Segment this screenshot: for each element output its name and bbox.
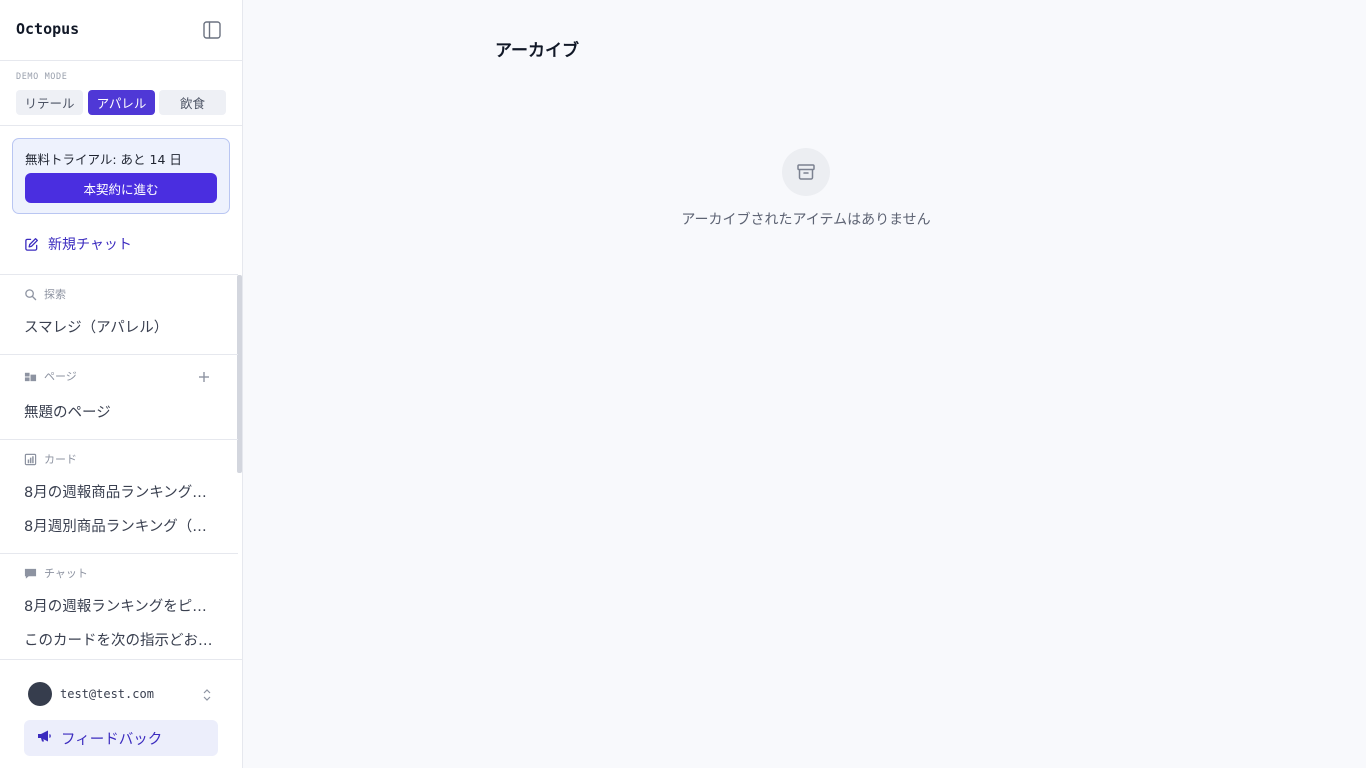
archive-icon: [782, 148, 830, 196]
new-chat-label: 新規チャット: [48, 237, 132, 253]
main-content: アーカイブ アーカイブされたアイテムはありません: [243, 0, 1366, 768]
avatar: [28, 682, 52, 706]
section-header-chats: チャット: [24, 565, 88, 581]
chat-item[interactable]: このカードを次の指示どおりに: [24, 629, 216, 650]
feedback-label: フィードバック: [61, 731, 163, 748]
demo-mode-label: DEMO MODE: [16, 72, 68, 82]
divider: [0, 659, 242, 660]
feedback-button[interactable]: フィードバック: [24, 720, 218, 756]
demo-option-retail[interactable]: リテール: [16, 90, 83, 115]
chevron-updown-icon: [202, 687, 212, 706]
page-item[interactable]: 無題のページ: [24, 401, 216, 422]
demo-option-food[interactable]: 飲食: [159, 90, 226, 115]
megaphone-icon: [36, 728, 52, 748]
divider: [0, 60, 242, 61]
sidebar-toggle-icon[interactable]: [201, 19, 223, 41]
card-item[interactable]: 8月週別商品ランキング（週x商品）: [24, 515, 216, 536]
user-menu[interactable]: test@test.com: [28, 682, 218, 706]
new-chat-button[interactable]: 新規チャット: [24, 233, 132, 255]
sidebar: Octopus DEMO MODE リテール アパレル 飲食 無料トライアル: …: [0, 0, 243, 768]
sidebar-scrollbar[interactable]: [237, 275, 242, 473]
search-icon: [24, 288, 37, 301]
edit-icon: [24, 237, 39, 252]
add-page-icon[interactable]: [196, 369, 212, 385]
explore-item[interactable]: スマレジ（アパレル）: [24, 316, 216, 337]
user-email: test@test.com: [60, 687, 154, 701]
divider: [0, 354, 238, 355]
section-header-explore: 探索: [24, 286, 66, 302]
section-label: 探索: [44, 288, 66, 301]
trial-banner: 無料トライアル: あと 14 日 本契約に進む: [12, 138, 230, 214]
upgrade-button[interactable]: 本契約に進む: [25, 173, 217, 203]
section-label: チャット: [44, 567, 88, 580]
app-title: Octopus: [16, 20, 80, 38]
trial-text: 無料トライアル: あと 14 日: [25, 152, 182, 167]
pages-icon: [24, 370, 37, 383]
section-header-cards: カード: [24, 451, 77, 467]
section-header-pages: ページ: [24, 368, 77, 384]
divider: [0, 553, 238, 554]
demo-option-apparel[interactable]: アパレル: [88, 90, 155, 115]
card-item[interactable]: 8月の週報商品ランキングを作成: [24, 481, 216, 502]
divider: [0, 274, 238, 275]
empty-state-message: アーカイブされたアイテムはありません: [681, 212, 931, 228]
section-label: ページ: [44, 370, 77, 383]
section-label: カード: [44, 453, 77, 466]
chat-item[interactable]: 8月の週報ランキングをピボット: [24, 595, 216, 616]
chat-icon: [24, 567, 37, 580]
divider: [0, 439, 238, 440]
page-title: アーカイブ: [495, 41, 579, 61]
divider: [0, 125, 242, 126]
chart-icon: [24, 453, 37, 466]
